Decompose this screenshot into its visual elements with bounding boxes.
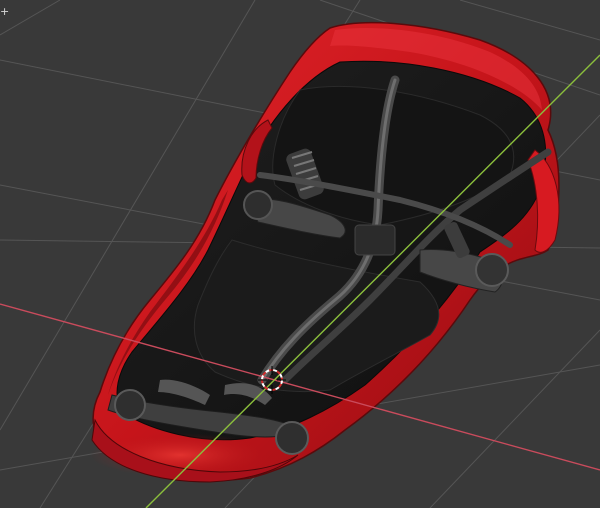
hub-rear-left	[243, 190, 273, 220]
hub-rear-right	[475, 253, 509, 287]
3d-viewport[interactable]: +	[0, 0, 600, 508]
hub-front-right	[275, 421, 309, 455]
differential-housing	[354, 224, 396, 256]
viewport-corner-glyph: +	[0, 5, 10, 18]
viewport-canvas[interactable]	[0, 0, 600, 508]
hub-front-left	[114, 389, 146, 421]
